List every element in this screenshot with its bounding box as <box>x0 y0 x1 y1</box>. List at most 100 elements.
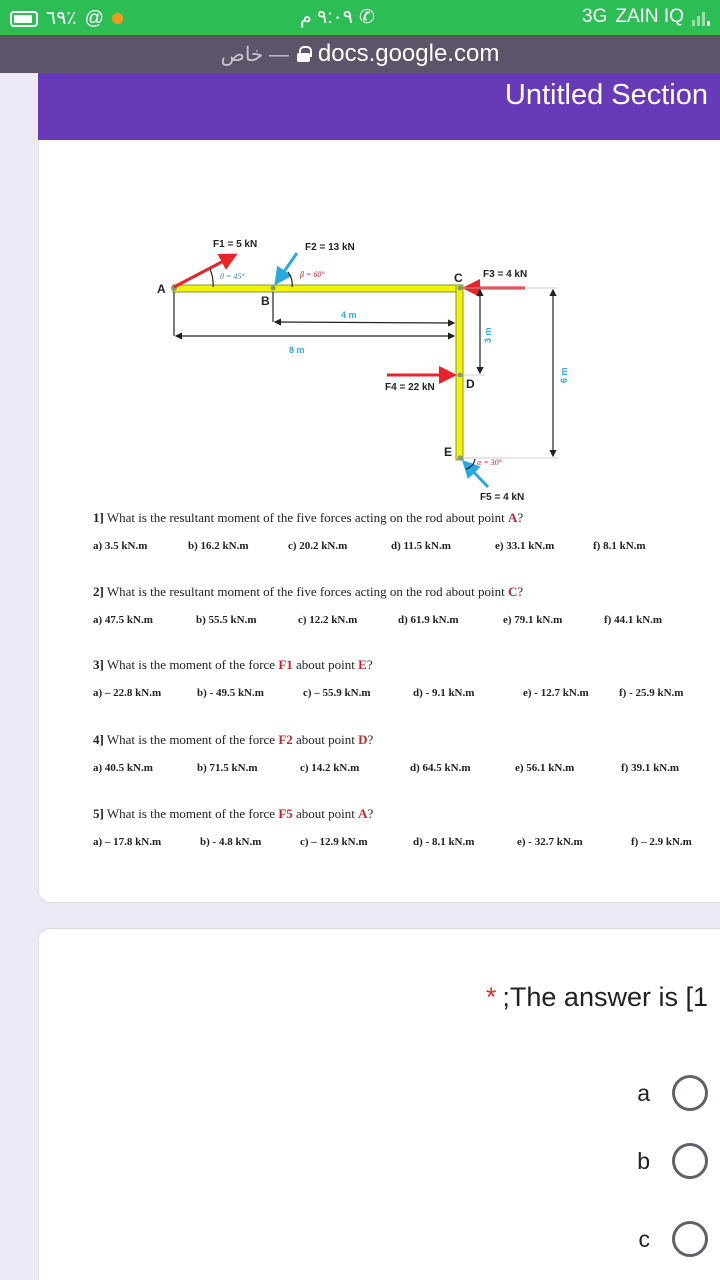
answer-option: b) 55.5 kN.m <box>196 614 257 626</box>
theta-arc <box>209 268 214 288</box>
question-text-start: What is the resultant moment of the five… <box>103 584 508 599</box>
point-e-marker <box>457 455 463 461</box>
question-number: 3] <box>93 657 104 672</box>
answer-option: e) 79.1 kN.m <box>503 614 563 626</box>
question-text-end: ? <box>367 732 374 747</box>
label-point-a: A <box>157 282 166 296</box>
force-f2-arrow <box>274 252 299 286</box>
network-type: 3G <box>582 6 608 27</box>
point-b-marker <box>270 285 276 291</box>
label-f4: F4 = 22 kN <box>385 382 435 393</box>
clock: ٩:٠٩ م <box>300 7 353 28</box>
label-3m: 3 m <box>483 327 493 343</box>
choice-a[interactable]: a <box>637 1075 708 1111</box>
answer-question-text: ;The answer is [1 <box>502 982 708 1012</box>
question-number: 2] <box>93 584 104 599</box>
question-highlight-point: A <box>507 510 518 525</box>
private-mode-label: خاص — <box>220 43 289 66</box>
label-f5: F5 = 4 kN <box>480 492 524 503</box>
choice-label: b <box>637 1147 650 1174</box>
question-number: 4] <box>93 732 104 747</box>
answer-option: b) - 49.5 kN.m <box>197 687 264 699</box>
question-number: 1] <box>93 510 104 525</box>
answer-question-card: * ;The answer is [1 a b c <box>38 928 720 1280</box>
question-text-end: ? <box>517 510 524 525</box>
answer-option: c) 14.2 kN.m <box>300 762 360 774</box>
answer-option: d) - 8.1 kN.m <box>413 836 475 848</box>
question-1: 1] What is the resultant moment of the f… <box>93 510 646 552</box>
point-d-marker <box>457 372 463 378</box>
question-highlight-point: C <box>507 584 518 599</box>
answer-question-title: * ;The answer is [1 <box>486 982 708 1013</box>
answer-option: a) – 17.8 kN.m <box>93 836 162 848</box>
question-text-start: What is the resultant moment of the five… <box>103 510 508 525</box>
question-text-start: What is the moment of the force <box>103 657 279 672</box>
at-sign-icon: @ <box>84 7 104 29</box>
point-c-marker <box>457 285 463 291</box>
label-f2: F2 = 13 kN <box>305 242 355 253</box>
answer-option: f) 44.1 kN.m <box>604 614 663 626</box>
question-2: 2] What is the resultant moment of the f… <box>93 584 662 626</box>
rod-vertical <box>455 284 464 461</box>
answer-option: b) - 4.8 kN.m <box>200 836 262 848</box>
question-3: 3] What is the moment of the force F1 ab… <box>93 657 683 699</box>
question-text: 1] What is the resultant moment of the f… <box>93 510 523 526</box>
section-title: Untitled Section <box>504 79 708 111</box>
answer-option: a) 3.5 kN.m <box>93 540 148 552</box>
label-point-c: C <box>454 271 463 285</box>
question-5: 5] What is the moment of the force F5 ab… <box>93 806 692 848</box>
question-text-end: ? <box>366 657 373 672</box>
label-6m: 6 m <box>559 367 569 383</box>
label-point-b: B <box>261 294 270 308</box>
signal-icon <box>692 8 710 26</box>
question-text-middle: about point <box>292 657 359 672</box>
label-alpha: α = 30° <box>477 458 503 467</box>
question-highlight-point: A <box>358 806 368 821</box>
answer-option: d) 11.5 kN.m <box>391 540 451 552</box>
question-highlight-point: E <box>358 657 367 672</box>
rod-horizontal <box>172 284 464 293</box>
label-beta: β = 60° <box>299 270 325 279</box>
answer-option: d) 61.9 kN.m <box>398 614 459 626</box>
answer-option: e) 56.1 kN.m <box>515 762 575 774</box>
battery-level: ٦٩٪ <box>46 8 77 29</box>
choice-label: c <box>638 1225 651 1252</box>
answer-option: e) - 32.7 kN.m <box>517 836 583 848</box>
choice-b[interactable]: b <box>637 1143 708 1179</box>
choice-c[interactable]: c <box>638 1221 708 1257</box>
answer-option: f) 39.1 kN.m <box>621 762 680 774</box>
answer-option: b) 16.2 kN.m <box>188 540 249 552</box>
question-text-start: What is the moment of the force <box>103 806 279 821</box>
force-diagram: F1 = 5 kN F2 = 13 kN F3 = 4 kN F4 = 22 k… <box>157 239 569 503</box>
url-bar[interactable]: خاص — docs.google.com <box>0 35 720 73</box>
radio-button[interactable] <box>672 1143 708 1179</box>
battery-icon <box>10 10 38 27</box>
question-text: 4] What is the moment of the force F2 ab… <box>93 732 373 748</box>
question-text-middle: about point <box>292 806 359 821</box>
answer-option: e) 33.1 kN.m <box>495 540 555 552</box>
answer-option: b) 71.5 kN.m <box>197 762 258 774</box>
radio-button[interactable] <box>672 1221 708 1257</box>
label-f1: F1 = 5 kN <box>213 239 257 250</box>
carrier-name: ZAIN IQ <box>615 6 684 27</box>
answer-option: c) – 12.9 kN.m <box>300 836 368 848</box>
label-point-e: E <box>444 445 452 459</box>
answer-option: d) - 9.1 kN.m <box>413 687 475 699</box>
lock-icon <box>296 46 312 62</box>
label-point-d: D <box>466 377 475 391</box>
section-header: Untitled Section <box>38 73 720 140</box>
answer-option: a) 40.5 kN.m <box>93 762 153 774</box>
question-highlight-force: F2 <box>278 732 293 747</box>
notification-dot-icon <box>111 13 123 24</box>
question-highlight-force: F1 <box>278 657 293 672</box>
question-text-end: ? <box>367 806 374 821</box>
label-f3: F3 = 4 kN <box>483 269 527 280</box>
question-text-end: ? <box>517 584 524 599</box>
url-text[interactable]: docs.google.com <box>318 40 499 68</box>
radio-button[interactable] <box>672 1075 708 1111</box>
question-highlight-point: D <box>358 732 368 747</box>
status-bar: ٦٩٪ @ ٩:٠٩ م ✆ 3G ZAIN IQ <box>0 0 720 35</box>
answer-option: e) - 12.7 kN.m <box>523 687 589 699</box>
question-text-middle: about point <box>292 732 359 747</box>
answer-option: c) 20.2 kN.m <box>288 540 348 552</box>
